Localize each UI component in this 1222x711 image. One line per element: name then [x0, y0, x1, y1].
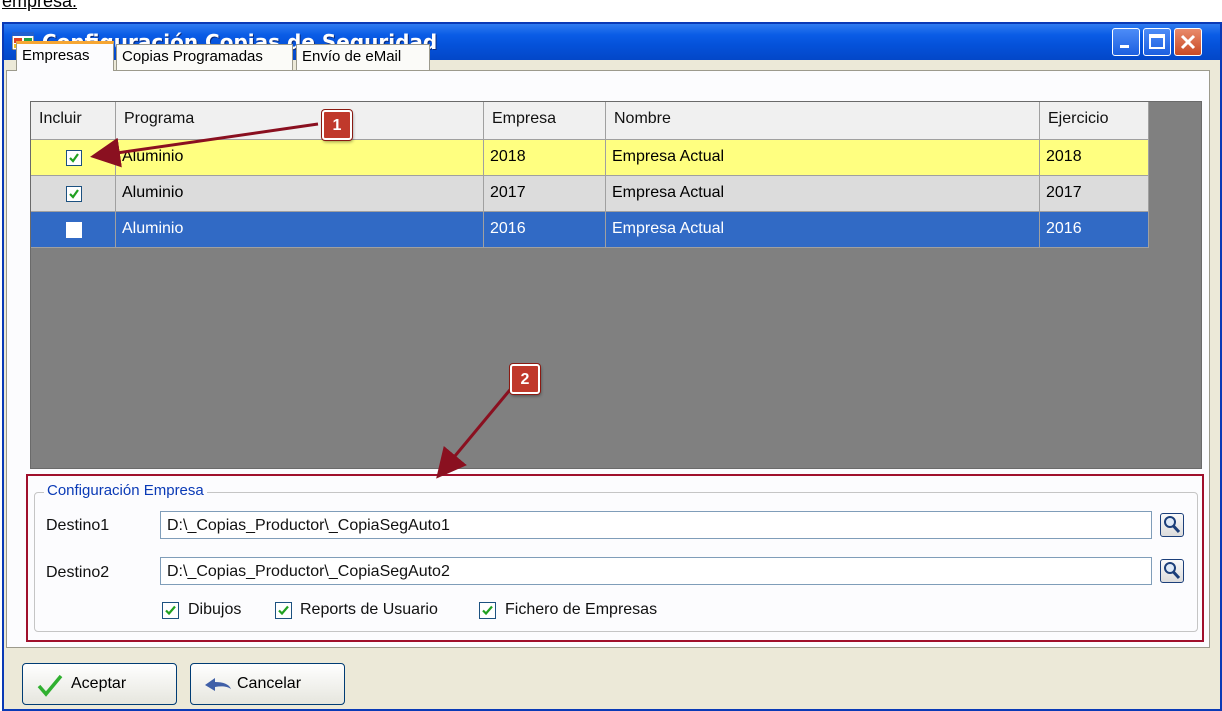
tab-empresas[interactable]: Empresas: [16, 41, 114, 71]
accept-button[interactable]: Aceptar: [22, 663, 177, 705]
checkmark-icon: [69, 189, 79, 199]
tab-envio-email[interactable]: Envío de eMail: [296, 44, 430, 70]
cell-programa: Aluminio: [116, 212, 484, 248]
tab-copias-programadas[interactable]: Copias Programadas: [116, 44, 293, 70]
magnifier-icon: [1164, 516, 1181, 534]
cell-nombre: Empresa Actual: [606, 212, 1040, 248]
cell-incluir[interactable]: [31, 212, 116, 248]
column-header-nombre[interactable]: Nombre: [606, 102, 1040, 140]
config-group-legend: Configuración Empresa: [44, 482, 207, 499]
column-header-incluir[interactable]: Incluir: [31, 102, 116, 140]
checkmark-icon: [165, 605, 176, 616]
close-icon: [1175, 34, 1201, 59]
maximize-icon: [1144, 34, 1170, 59]
companies-grid[interactable]: Incluir Programa Empresa Nombre Ejercici…: [30, 101, 1202, 469]
destino2-label: Destino2: [46, 564, 110, 581]
dibujos-checkbox[interactable]: [162, 602, 179, 619]
include-checkbox[interactable]: [66, 150, 82, 166]
dibujos-label[interactable]: Dibujos: [188, 601, 241, 619]
destino1-label: Destino1: [46, 517, 110, 534]
destino2-field[interactable]: D:\_Copias_Productor\_CopiaSegAuto2: [160, 557, 1152, 585]
checkmark-icon: [278, 605, 289, 616]
close-button[interactable]: [1174, 28, 1202, 56]
cell-ejercicio: 2018: [1040, 140, 1149, 176]
column-header-programa[interactable]: Programa: [116, 102, 484, 140]
cell-nombre: Empresa Actual: [606, 140, 1040, 176]
checkmark-icon: [69, 153, 79, 163]
cancel-button[interactable]: Cancelar: [190, 663, 345, 705]
cell-programa: Aluminio: [116, 140, 484, 176]
reports-usuario-checkbox[interactable]: [275, 602, 292, 619]
cell-empresa: 2016: [484, 212, 606, 248]
cell-empresa: 2017: [484, 176, 606, 212]
checkmark-icon: [482, 605, 493, 616]
column-header-empresa[interactable]: Empresa: [484, 102, 606, 140]
destino2-browse-button[interactable]: [1160, 559, 1184, 583]
minimize-icon: [1113, 42, 1139, 59]
page-heading-fragment: empresa.: [2, 0, 78, 11]
cell-programa: Aluminio: [116, 176, 484, 212]
cell-empresa: 2018: [484, 140, 606, 176]
table-row[interactable]: Aluminio 2016 Empresa Actual 2016: [31, 212, 1149, 248]
cell-incluir[interactable]: [31, 140, 116, 176]
fichero-empresas-label[interactable]: Fichero de Empresas: [505, 601, 657, 619]
reports-usuario-label[interactable]: Reports de Usuario: [300, 601, 438, 619]
magnifier-icon: [1164, 562, 1181, 580]
checkmark-icon: [37, 674, 63, 697]
table-row[interactable]: Aluminio 2017 Empresa Actual 2017: [31, 176, 1149, 212]
cancel-label: Cancelar: [237, 675, 302, 692]
include-checkbox[interactable]: [66, 186, 82, 202]
accept-label: Aceptar: [71, 675, 127, 692]
cell-ejercicio: 2016: [1040, 212, 1149, 248]
column-header-ejercicio[interactable]: Ejercicio: [1040, 102, 1149, 140]
back-arrow-icon: [205, 678, 231, 691]
destino1-browse-button[interactable]: [1160, 513, 1184, 537]
minimize-button[interactable]: [1112, 28, 1140, 56]
cell-ejercicio: 2017: [1040, 176, 1149, 212]
destino1-field[interactable]: D:\_Copias_Productor\_CopiaSegAuto1: [160, 511, 1152, 539]
table-row[interactable]: Aluminio 2018 Empresa Actual 2018: [31, 140, 1149, 176]
fichero-empresas-checkbox[interactable]: [479, 602, 496, 619]
cell-nombre: Empresa Actual: [606, 176, 1040, 212]
maximize-button[interactable]: [1143, 28, 1171, 56]
cell-incluir[interactable]: [31, 176, 116, 212]
include-checkbox[interactable]: [66, 222, 82, 238]
annotation-badge-1: 1: [322, 110, 352, 140]
annotation-badge-2: 2: [510, 364, 540, 394]
